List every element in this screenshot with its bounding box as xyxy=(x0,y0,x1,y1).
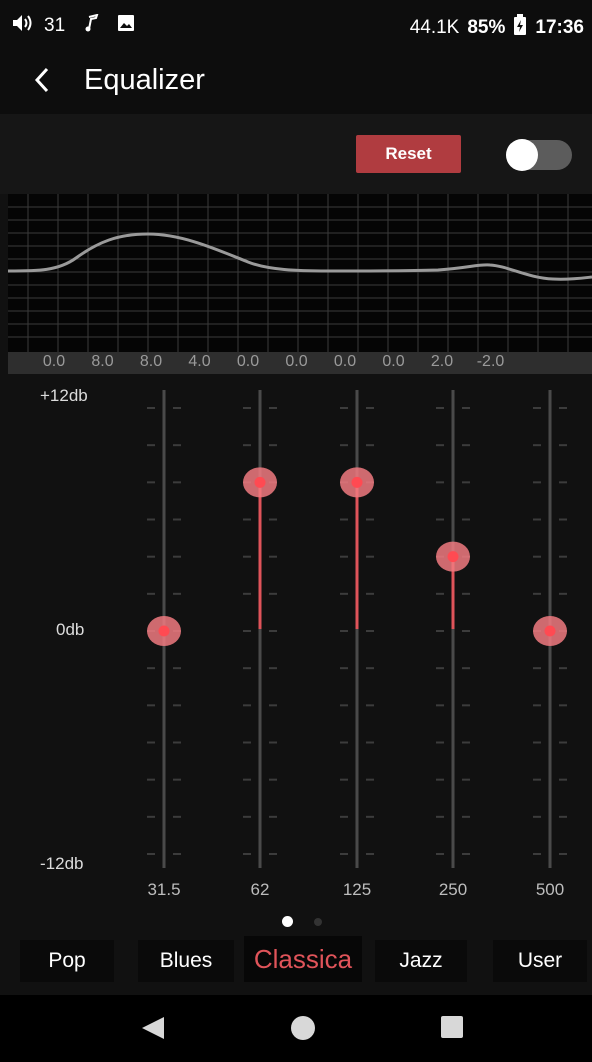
preset-jazz[interactable]: Jazz xyxy=(375,940,467,982)
app-bar: Equalizer xyxy=(0,50,592,114)
frequency-label: 31.5 xyxy=(147,880,181,899)
page-title: Equalizer xyxy=(84,64,205,96)
gain-value-label: 0.0 xyxy=(382,353,405,370)
page-dot[interactable] xyxy=(314,918,322,926)
gain-value-label: 0.0 xyxy=(333,353,357,370)
band-slider[interactable] xyxy=(243,390,277,868)
frequency-label: 500 xyxy=(535,880,565,899)
gain-value-label: -2.0 xyxy=(476,353,505,370)
chevron-left-icon xyxy=(33,66,51,99)
preset-blues[interactable]: Blues xyxy=(138,940,234,982)
gain-value-label: 0.0 xyxy=(42,353,66,370)
curve-grid xyxy=(8,194,592,352)
reset-button[interactable]: Reset xyxy=(356,135,461,173)
gain-value-label: 8.0 xyxy=(91,353,114,370)
preset-bar: Pop Blues Classica Jazz User xyxy=(0,934,592,986)
image-icon xyxy=(117,14,135,38)
status-bar: 31 44.1K 85% 17:36 xyxy=(0,0,592,50)
band-slider[interactable] xyxy=(533,390,567,868)
status-left: 31 xyxy=(12,13,135,38)
gain-values-row: 0.0 8.0 8.0 4.0 0.0 0.0 0.0 0.0 2.0 -2.0 xyxy=(8,352,592,374)
preset-user[interactable]: User xyxy=(493,940,587,982)
gain-value-label: 0.0 xyxy=(285,353,308,370)
eq-enable-toggle[interactable] xyxy=(506,139,572,171)
frequency-label: 125 xyxy=(342,880,372,899)
back-triangle-icon xyxy=(140,1015,166,1046)
eq-sliders-panel: +12db 0db -12db 31.5 62 125 250 500 xyxy=(0,374,592,904)
frequency-label: 250 xyxy=(438,880,468,899)
preset-classica[interactable]: Classica xyxy=(244,936,362,982)
band-slider[interactable] xyxy=(340,390,374,868)
control-row: Reset xyxy=(0,114,592,194)
slider-knob-center xyxy=(158,625,170,637)
recents-square-icon xyxy=(440,1015,464,1044)
gain-value-label: 0.0 xyxy=(236,353,260,370)
slider-knob-center xyxy=(254,476,266,488)
system-nav-bar xyxy=(0,995,592,1062)
page-dot[interactable] xyxy=(282,916,293,927)
nav-recents-button[interactable] xyxy=(440,1015,464,1044)
gain-value-label: 2.0 xyxy=(430,353,454,370)
back-button[interactable] xyxy=(22,60,62,104)
sample-rate-text: 44.1K xyxy=(409,17,460,38)
nav-back-button[interactable] xyxy=(140,1015,166,1046)
slider-knob-center xyxy=(544,625,556,637)
slider-knob-center xyxy=(351,476,363,488)
band-sliders xyxy=(147,390,567,868)
gain-value-label: 4.0 xyxy=(188,353,211,370)
preset-pop[interactable]: Pop xyxy=(20,940,114,982)
status-right: 44.1K 85% 17:36 xyxy=(410,14,584,42)
page-indicator xyxy=(0,914,592,930)
eq-curve-panel xyxy=(8,194,592,352)
battery-charging-icon xyxy=(513,14,527,42)
eq-curve-graph xyxy=(8,194,592,352)
gain-value-label: 8.0 xyxy=(139,353,163,370)
clock: 17:36 xyxy=(535,17,584,38)
volume-level: 31 xyxy=(44,15,66,36)
band-slider[interactable] xyxy=(436,390,470,868)
slider-knob-center xyxy=(447,551,459,563)
band-slider[interactable] xyxy=(147,390,181,868)
frequency-label: 62 xyxy=(250,880,270,899)
toggle-knob xyxy=(506,139,538,171)
music-note-icon xyxy=(85,13,99,38)
home-circle-icon xyxy=(290,1015,316,1046)
nav-home-button[interactable] xyxy=(290,1015,316,1046)
volume-icon xyxy=(12,14,34,38)
battery-percent: 85% xyxy=(467,17,506,38)
